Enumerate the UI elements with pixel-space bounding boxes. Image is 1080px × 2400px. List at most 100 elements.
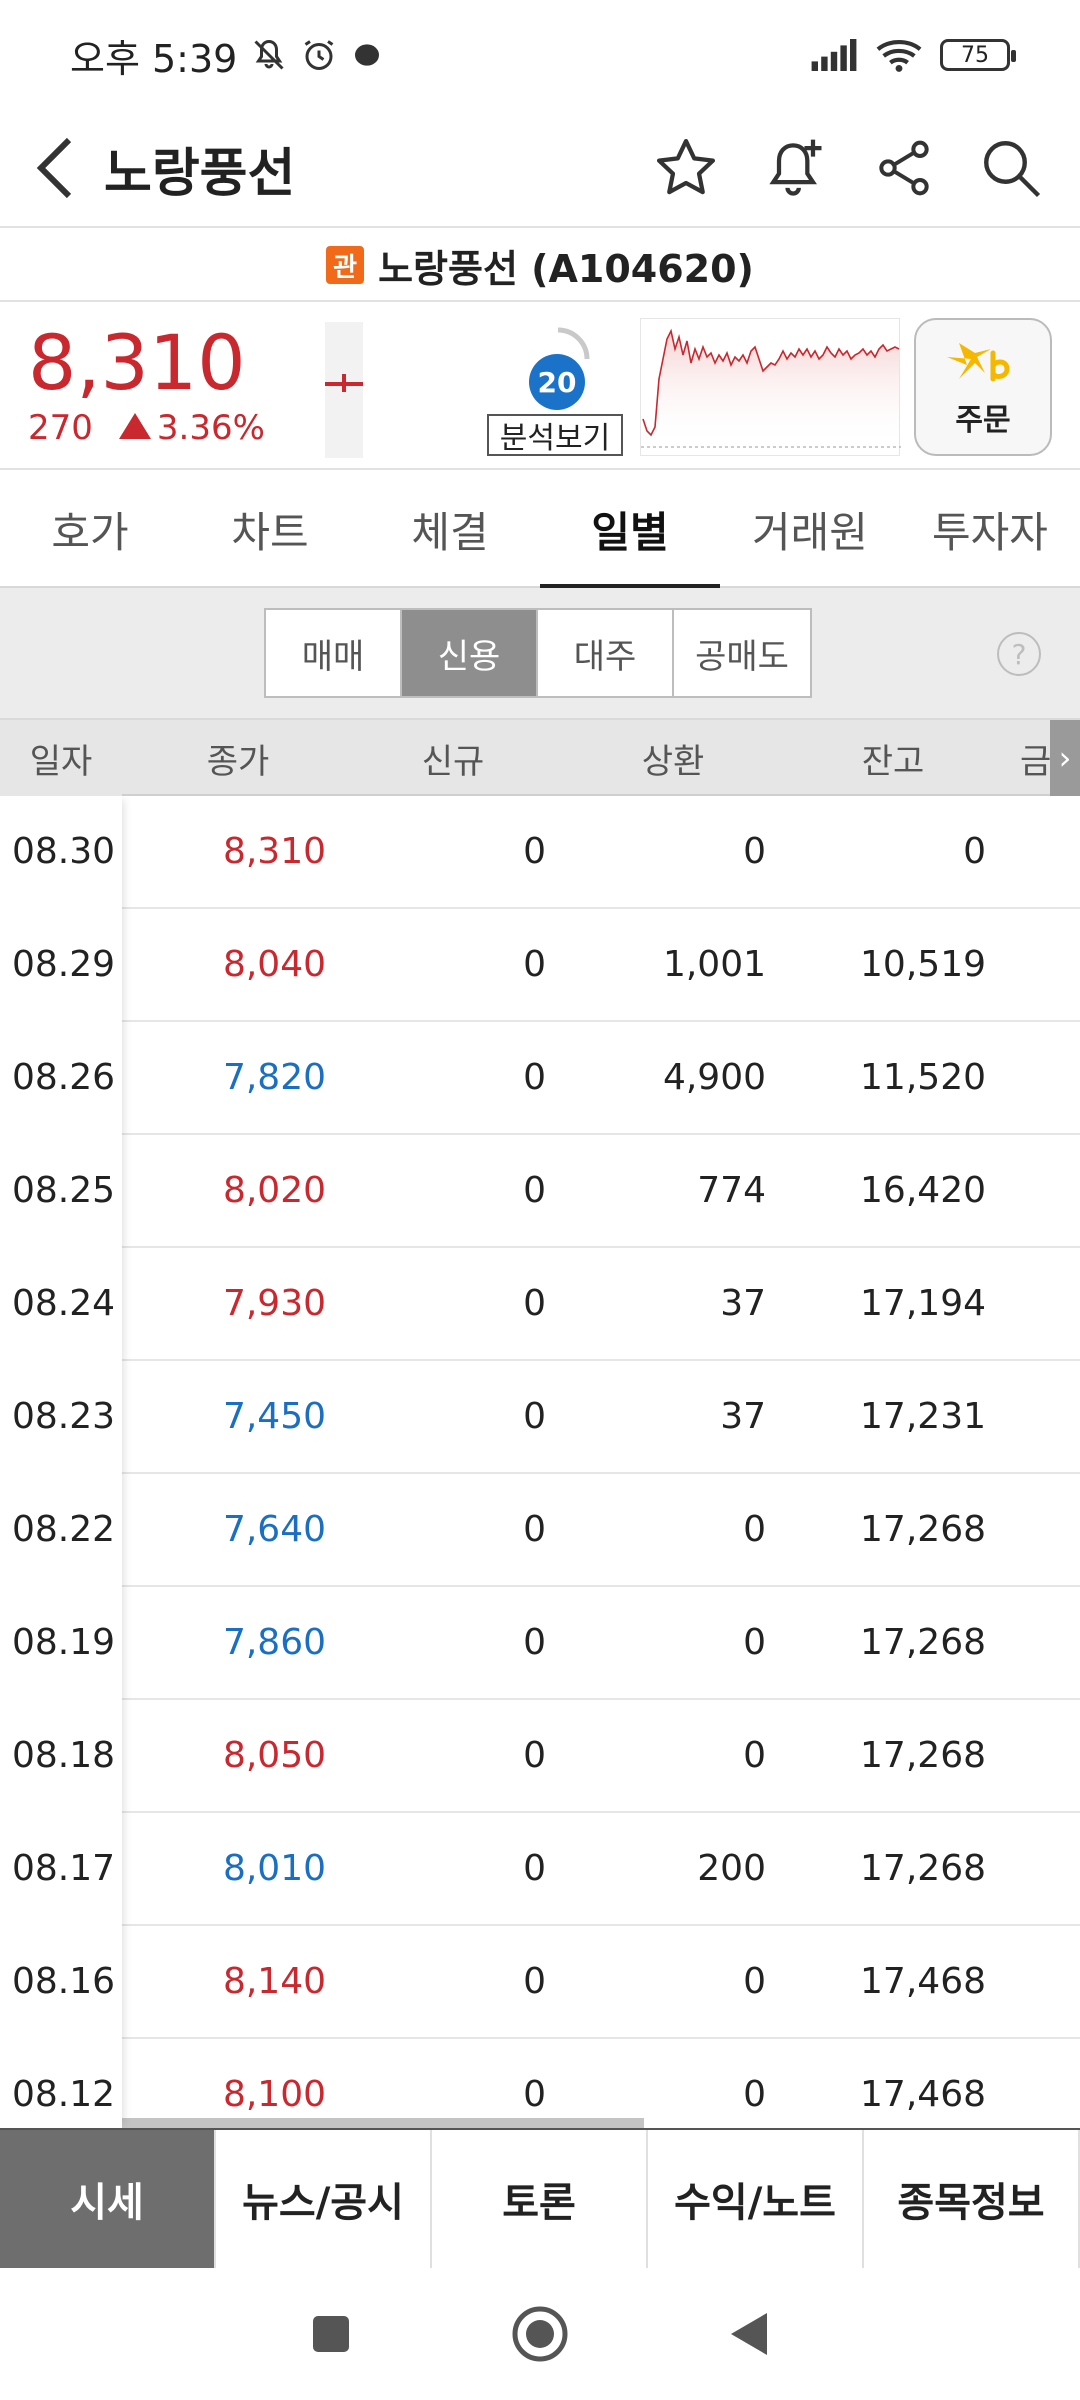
- new-credit-cell: 0: [523, 831, 546, 872]
- table-header: 일자 종가 신규 상환 잔고 금 ›: [0, 720, 1080, 796]
- table-row[interactable]: 08.23 7,450 0 37 17,231: [0, 1361, 1080, 1474]
- table-row[interactable]: 08.30 8,310 0 0 0: [0, 796, 1080, 909]
- table-row[interactable]: 08.19 7,860 0 0 17,268: [0, 1587, 1080, 1700]
- change-percent: 3.36%: [156, 408, 265, 448]
- repayment-cell: 0: [743, 1735, 766, 1776]
- close-price-cell: 7,930: [222, 1283, 326, 1324]
- order-button[interactable]: 주문: [914, 318, 1052, 456]
- bottom-tab-profit-note[interactable]: 수익/노트: [648, 2130, 864, 2268]
- back-button[interactable]: [10, 109, 100, 227]
- table-row[interactable]: 08.12 8,100 0 0 17,468: [0, 2039, 1080, 2128]
- new-credit-cell: 0: [523, 1622, 546, 1663]
- balance-cell: 17,194: [860, 1283, 986, 1324]
- table-row[interactable]: 08.17 8,010 0 200 17,268: [0, 1813, 1080, 1926]
- date-cell: 08.18: [12, 1735, 116, 1776]
- bell-off-icon: [254, 39, 284, 70]
- repayment-cell: 774: [697, 1170, 766, 1211]
- balance-cell: 10,519: [860, 944, 986, 985]
- table-row[interactable]: 08.24 7,930 0 37 17,194: [0, 1248, 1080, 1361]
- up-triangle-icon: [118, 413, 151, 439]
- close-price-cell: 7,640: [222, 1509, 326, 1550]
- bottom-tab-stock-info[interactable]: 종목정보: [864, 2130, 1080, 2268]
- analysis-button[interactable]: 분석보기: [487, 414, 623, 456]
- close-price-cell: 7,450: [222, 1396, 326, 1437]
- repayment-cell: 0: [743, 1509, 766, 1550]
- change-percent-group: 3.36%: [118, 408, 265, 448]
- table-row[interactable]: 08.29 8,040 0 1,001 10,519: [0, 909, 1080, 1022]
- balance-cell: 17,468: [860, 2074, 986, 2115]
- tab-chart[interactable]: 차트: [180, 472, 360, 586]
- repayment-cell: 4,900: [662, 1057, 766, 1098]
- table-body[interactable]: 08.30 8,310 0 0 0 08.29 8,040 0 1,001 10,519 08.26…: [0, 796, 1080, 2128]
- repayment-cell: 37: [720, 1283, 766, 1324]
- table-row[interactable]: 08.25 8,020 0 774 16,420: [0, 1135, 1080, 1248]
- filter-lending[interactable]: 대주: [538, 610, 674, 696]
- new-credit-cell: 0: [523, 1170, 546, 1211]
- filter-trading[interactable]: 매매: [266, 610, 402, 696]
- star-icon[interactable]: [652, 134, 720, 202]
- bottom-tab-quotes[interactable]: 시세: [0, 2130, 216, 2268]
- new-credit-cell: 0: [523, 1848, 546, 1889]
- balance-cell: 16,420: [860, 1170, 986, 1211]
- filter-short-selling[interactable]: 공매도: [674, 610, 810, 696]
- status-bar: 오후 5:39 75: [0, 0, 1080, 110]
- chevron-right-icon: ›: [1058, 739, 1072, 777]
- bottom-tab-news[interactable]: 뉴스/공시: [216, 2130, 432, 2268]
- date-cell: 08.29: [12, 944, 116, 985]
- date-cell: 08.17: [12, 1848, 116, 1889]
- recents-icon[interactable]: [311, 2314, 351, 2354]
- help-icon[interactable]: ?: [997, 632, 1041, 676]
- table-row[interactable]: 08.18 8,050 0 0 17,268: [0, 1700, 1080, 1813]
- back-icon[interactable]: [729, 2311, 769, 2357]
- current-price: 8,310: [28, 318, 246, 407]
- battery-indicator: 75: [940, 39, 1016, 71]
- date-cell: 08.16: [12, 1961, 116, 2002]
- table-row[interactable]: 08.26 7,820 0 4,900 11,520: [0, 1022, 1080, 1135]
- new-credit-cell: 0: [523, 1396, 546, 1437]
- date-cell: 08.30: [12, 831, 116, 872]
- analysis-score: 20: [529, 354, 585, 410]
- close-price-cell: 8,020: [222, 1170, 326, 1211]
- tab-brokers[interactable]: 거래원: [720, 472, 900, 586]
- tab-trades[interactable]: 체결: [360, 472, 540, 586]
- new-credit-cell: 0: [523, 1283, 546, 1324]
- bottom-tab-discussion[interactable]: 토론: [432, 2130, 648, 2268]
- table-row[interactable]: 08.16 8,140 0 0 17,468: [0, 1926, 1080, 2039]
- table-row[interactable]: 08.22 7,640 0 0 17,268: [0, 1474, 1080, 1587]
- repayment-cell: 0: [743, 831, 766, 872]
- date-cell: 08.12: [12, 2074, 116, 2115]
- bell-add-icon[interactable]: [762, 134, 830, 202]
- order-label: 주문: [955, 403, 1011, 438]
- balance-cell: 17,268: [860, 1848, 986, 1889]
- repayment-cell: 0: [743, 1622, 766, 1663]
- tab-orderbook[interactable]: 호가: [0, 472, 180, 586]
- stock-name-bar[interactable]: 관 노랑풍선 (A104620): [0, 230, 1080, 302]
- repayment-cell: 37: [720, 1396, 766, 1437]
- new-credit-cell: 0: [523, 944, 546, 985]
- back-arrow-icon: [36, 137, 72, 199]
- new-credit-cell: 0: [523, 1961, 546, 2002]
- status-time: 오후 5:39: [70, 36, 238, 81]
- tab-daily[interactable]: 일별: [540, 472, 720, 588]
- tab-investors[interactable]: 투자자: [900, 472, 1080, 586]
- date-cell: 08.26: [12, 1057, 116, 1098]
- scroll-right-button[interactable]: ›: [1050, 720, 1080, 796]
- close-price-cell: 7,860: [222, 1622, 326, 1663]
- alarm-icon: [305, 40, 334, 70]
- col-new: 신규: [421, 741, 485, 782]
- price-panel: 8,310 270 3.36% 20 분석보기 주문: [0, 304, 1080, 470]
- horizontal-scrollbar[interactable]: [122, 2118, 644, 2128]
- col-next-partial: 금: [1020, 741, 1050, 782]
- filter-credit[interactable]: 신용: [402, 610, 538, 696]
- home-icon[interactable]: [511, 2305, 569, 2363]
- share-icon[interactable]: [872, 136, 936, 200]
- price-range-bar: [325, 322, 363, 458]
- page-title: 노랑풍선: [104, 143, 296, 204]
- search-icon[interactable]: [978, 135, 1044, 201]
- status-right: 75: [810, 37, 1016, 73]
- date-cell: 08.25: [12, 1170, 116, 1211]
- analysis-widget[interactable]: 20 분석보기: [487, 320, 625, 456]
- app-header: 노랑풍선: [0, 110, 1080, 228]
- signal-icon: [811, 39, 857, 71]
- admin-badge: 관: [326, 246, 365, 284]
